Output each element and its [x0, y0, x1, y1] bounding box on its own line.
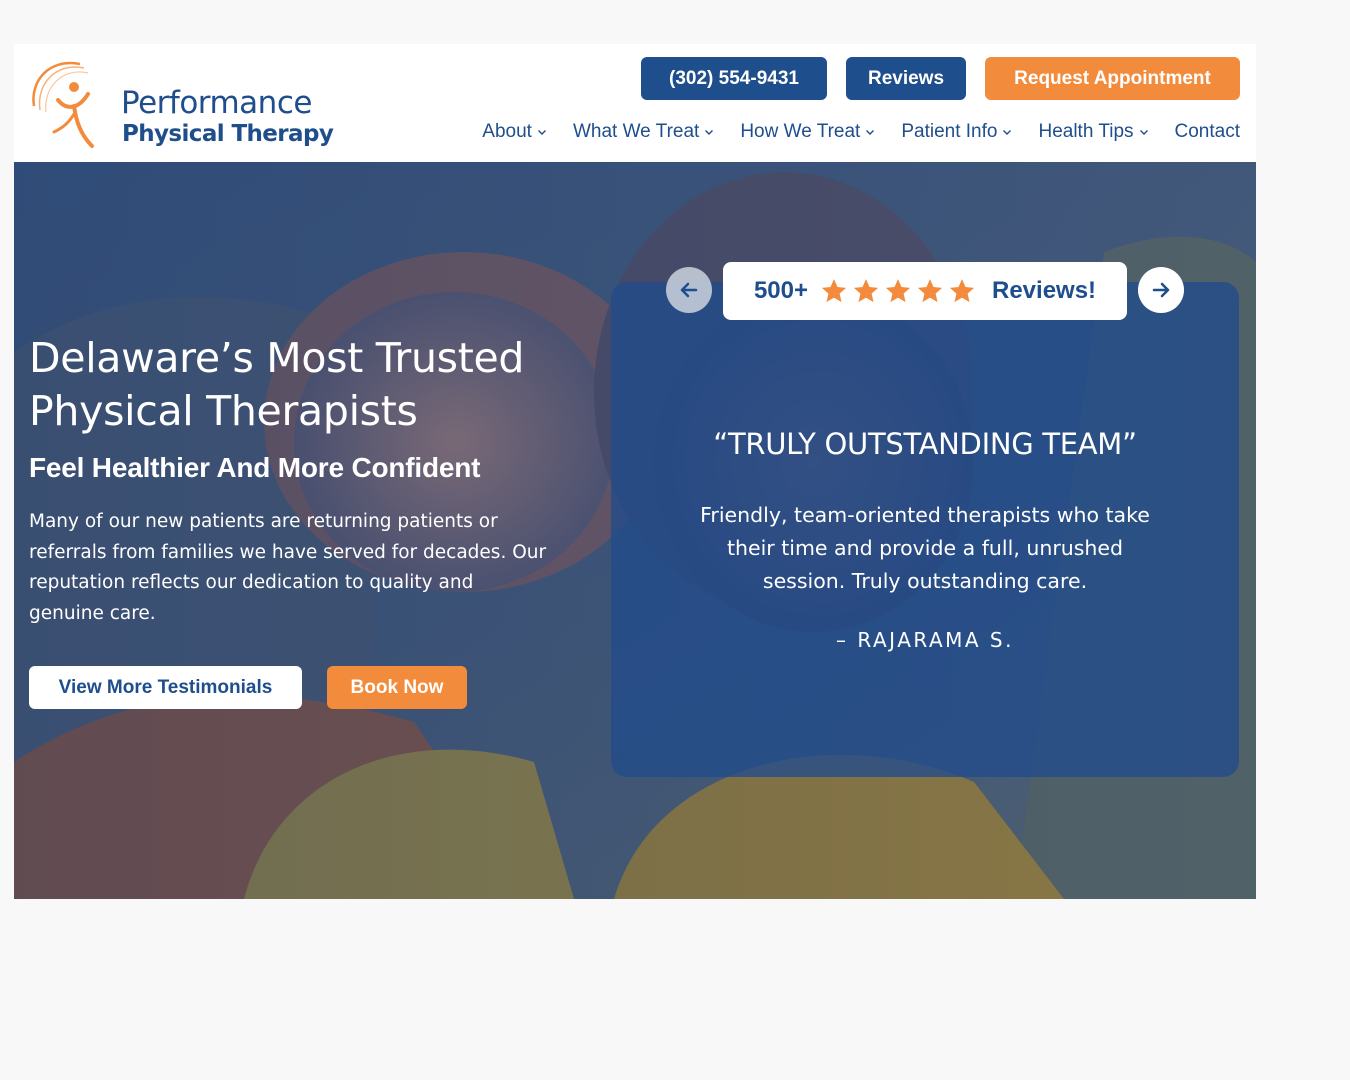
main-nav: About What We Treat How We Treat Patient…	[456, 118, 1240, 146]
star-icon	[917, 279, 943, 303]
hero-title: Delaware’s Most Trusted Physical Therapi…	[29, 332, 589, 438]
hero-description-line: reputation reflects our dedication to qu…	[29, 572, 474, 593]
testimonial-text-line: session. Truly outstanding care.	[762, 569, 1088, 593]
nav-item-patient-info[interactable]: Patient Info	[901, 121, 1012, 143]
nav-item-label: What We Treat	[572, 121, 700, 142]
site-header: Performance Physical Therapy (302) 554-9…	[14, 44, 1256, 162]
nav-item-label: About	[482, 121, 532, 142]
hero-description: Many of our new patients are returning p…	[29, 507, 559, 629]
testimonial-text: Friendly, team-oriented therapists who t…	[611, 499, 1239, 598]
reviews-label: Reviews!	[992, 277, 1097, 304]
chevron-down-icon	[1003, 130, 1012, 135]
hero-section: Delaware’s Most Trusted Physical Therapi…	[14, 162, 1256, 899]
chevron-down-icon	[1139, 130, 1148, 135]
hero-title-line: Delaware’s Most Trusted	[29, 334, 525, 382]
testimonial-text-line: Friendly, team-oriented therapists who t…	[700, 503, 1150, 527]
chevron-down-icon	[705, 130, 714, 135]
nav-item-how-we-treat[interactable]: How We Treat	[740, 121, 875, 143]
next-testimonial-button[interactable]	[1138, 267, 1184, 313]
reviews-count: 500+	[753, 277, 808, 304]
website-frame: Performance Physical Therapy (302) 554-9…	[14, 44, 1256, 899]
previous-testimonial-button[interactable]	[666, 267, 712, 313]
request-appointment-button[interactable]: Request Appointment	[985, 57, 1240, 100]
view-more-testimonials-button[interactable]: View More Testimonials	[29, 666, 302, 709]
hero-description-line: Many of our new patients are returning p…	[29, 511, 498, 532]
testimonial-author: – RAJARAMA S.	[836, 628, 1014, 652]
star-icon	[821, 279, 847, 303]
nav-item-label: Contact	[1174, 121, 1240, 142]
book-now-button[interactable]: Book Now	[327, 666, 467, 709]
nav-item-label: Health Tips	[1038, 121, 1134, 142]
nav-item-contact[interactable]: Contact	[1175, 121, 1240, 143]
nav-item-label: Patient Info	[901, 121, 998, 142]
nav-item-about[interactable]: About	[482, 121, 547, 143]
arrow-right-icon	[1152, 282, 1170, 298]
star-icon	[885, 279, 911, 303]
star-icon	[949, 279, 975, 303]
star-icon	[853, 279, 879, 303]
nav-item-label: How We Treat	[740, 121, 861, 142]
arrow-left-icon	[680, 282, 698, 298]
testimonial-title: “TRULY OUTSTANDING TEAM”	[713, 427, 1137, 461]
reviews-button[interactable]: Reviews	[846, 57, 966, 100]
phone-button[interactable]: (302) 554-9431	[641, 57, 827, 100]
logo[interactable]: Performance Physical Therapy	[28, 54, 334, 150]
nav-item-what-we-treat[interactable]: What We Treat	[573, 121, 714, 143]
logo-figure-icon	[32, 61, 94, 148]
hero-description-line: referrals from families we have served f…	[29, 541, 547, 563]
star-rating	[820, 277, 980, 305]
testimonial-text-line: their time and provide a full, unrushed	[726, 536, 1124, 560]
hero-subtitle: Feel Healthier And More Confident	[29, 452, 481, 483]
nav-item-health-tips[interactable]: Health Tips	[1038, 121, 1148, 143]
logo-text-secondary: Physical Therapy	[122, 121, 334, 147]
chevron-down-icon	[537, 130, 546, 135]
reviews-badge: 500+ Reviews!	[723, 262, 1127, 320]
logo-text-primary: Performance	[121, 85, 312, 121]
chevron-down-icon	[866, 130, 875, 135]
hero-title-line: Physical Therapists	[29, 387, 418, 435]
hero-description-line: genuine care.	[29, 602, 156, 624]
